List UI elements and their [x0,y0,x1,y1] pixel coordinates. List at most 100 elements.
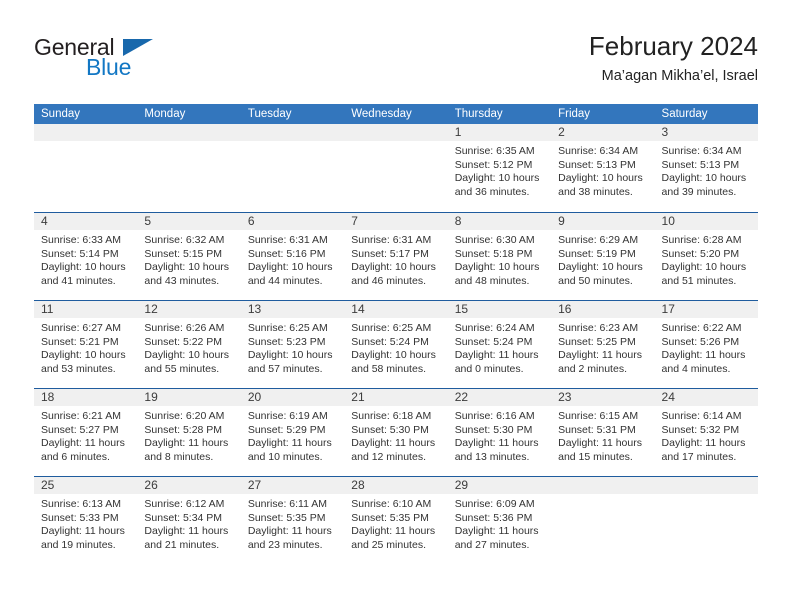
daylight-text-line2: and 55 minutes. [144,362,220,375]
day-details: Sunrise: 6:34 AM Sunset: 5:13 PM Dayligh… [655,141,758,199]
day-details: Sunrise: 6:35 AM Sunset: 5:12 PM Dayligh… [448,141,551,199]
daylight-text-line1: Daylight: 11 hours [144,525,229,538]
weekday-header-saturday: Saturday [661,108,708,120]
day-details: Sunrise: 6:34 AM Sunset: 5:13 PM Dayligh… [551,141,654,199]
sunset-text: Sunset: 5:21 PM [41,335,119,348]
day-details: Sunrise: 6:26 AM Sunset: 5:22 PM Dayligh… [137,318,240,376]
day-cell[interactable] [551,477,655,564]
day-details: Sunrise: 6:09 AM Sunset: 5:36 PM Dayligh… [448,494,551,552]
sunset-text: Sunset: 5:35 PM [351,511,429,524]
day-number: 20 [240,389,345,406]
week-row: 1 Sunrise: 6:35 AM Sunset: 5:12 PM Dayli… [34,124,758,212]
sunset-text: Sunset: 5:22 PM [144,335,223,348]
sunset-text: Sunset: 5:20 PM [661,247,740,260]
day-number [654,477,758,494]
day-cell[interactable] [240,124,345,212]
general-blue-logo[interactable]: General Blue [34,34,234,90]
day-number: 3 [654,124,758,141]
day-cell[interactable]: 21 Sunrise: 6:18 AM Sunset: 5:30 PM Dayl… [344,389,448,476]
sunrise-text: Sunrise: 6:18 AM [351,410,432,422]
sunset-text: Sunset: 5:14 PM [41,247,119,260]
day-details: Sunrise: 6:21 AM Sunset: 5:27 PM Dayligh… [34,406,137,464]
week-row: 11 Sunrise: 6:27 AM Sunset: 5:21 PM Dayl… [34,300,758,388]
sunset-text: Sunset: 5:17 PM [351,247,429,260]
day-cell[interactable]: 7 Sunrise: 6:31 AM Sunset: 5:17 PM Dayli… [344,213,448,300]
day-details: Sunrise: 6:14 AM Sunset: 5:32 PM Dayligh… [655,406,758,464]
daylight-text-line2: and 43 minutes. [144,274,220,287]
day-cell[interactable]: 22 Sunrise: 6:16 AM Sunset: 5:30 PM Dayl… [447,389,552,476]
day-cell[interactable]: 17 Sunrise: 6:22 AM Sunset: 5:26 PM Dayl… [654,301,758,388]
day-cell[interactable]: 6 Sunrise: 6:31 AM Sunset: 5:16 PM Dayli… [240,213,345,300]
day-cell[interactable]: 5 Sunrise: 6:32 AM Sunset: 5:15 PM Dayli… [137,213,241,300]
day-cell[interactable] [34,124,138,212]
day-details [241,141,344,145]
daylight-text-line1: Daylight: 11 hours [661,437,746,450]
day-cell[interactable] [654,477,758,564]
day-cell[interactable]: 28 Sunrise: 6:10 AM Sunset: 5:35 PM Dayl… [344,477,448,564]
sunrise-text: Sunrise: 6:28 AM [661,234,742,246]
sunset-text: Sunset: 5:13 PM [661,158,740,171]
day-cell[interactable]: 2 Sunrise: 6:34 AM Sunset: 5:13 PM Dayli… [551,124,655,212]
day-cell[interactable] [137,124,241,212]
day-cell[interactable]: 15 Sunrise: 6:24 AM Sunset: 5:24 PM Dayl… [447,301,552,388]
sunrise-text: Sunrise: 6:12 AM [144,498,225,510]
day-details [655,494,758,498]
day-cell[interactable]: 14 Sunrise: 6:25 AM Sunset: 5:24 PM Dayl… [344,301,448,388]
day-cell[interactable]: 23 Sunrise: 6:15 AM Sunset: 5:31 PM Dayl… [551,389,655,476]
weekday-header-friday: Friday [558,108,591,120]
daylight-text-line1: Daylight: 11 hours [351,525,436,538]
sunrise-text: Sunrise: 6:15 AM [558,410,639,422]
sunset-text: Sunset: 5:26 PM [661,335,740,348]
day-number: 17 [654,301,758,318]
day-cell[interactable]: 27 Sunrise: 6:11 AM Sunset: 5:35 PM Dayl… [240,477,345,564]
daylight-text-line2: and 6 minutes. [41,450,110,463]
day-number: 9 [551,213,655,230]
weekday-header-thursday: Thursday [454,108,503,120]
daylight-text-line1: Daylight: 10 hours [247,261,333,274]
day-cell[interactable]: 25 Sunrise: 6:13 AM Sunset: 5:33 PM Dayl… [34,477,138,564]
sunset-text: Sunset: 5:27 PM [41,423,119,436]
day-number: 16 [551,301,655,318]
day-cell[interactable]: 8 Sunrise: 6:30 AM Sunset: 5:18 PM Dayli… [447,213,552,300]
sunset-text: Sunset: 5:23 PM [247,335,326,348]
sunset-text: Sunset: 5:13 PM [558,158,636,171]
daylight-text-line1: Daylight: 10 hours [144,261,230,274]
sunrise-text: Sunrise: 6:19 AM [247,410,328,422]
daylight-text-line1: Daylight: 10 hours [454,261,540,274]
day-cell[interactable]: 16 Sunrise: 6:23 AM Sunset: 5:25 PM Dayl… [551,301,655,388]
calendar-grid: Sunday Monday Tuesday Wednesday Thursday… [34,104,758,564]
sunrise-text: Sunrise: 6:09 AM [454,498,535,510]
daylight-text-line2: and 17 minutes. [661,450,737,463]
day-cell[interactable]: 11 Sunrise: 6:27 AM Sunset: 5:21 PM Dayl… [34,301,138,388]
day-cell[interactable] [344,124,448,212]
sunrise-text: Sunrise: 6:25 AM [351,322,432,334]
sunrise-text: Sunrise: 6:22 AM [661,322,742,334]
day-cell[interactable]: 9 Sunrise: 6:29 AM Sunset: 5:19 PM Dayli… [551,213,655,300]
day-cell[interactable]: 4 Sunrise: 6:33 AM Sunset: 5:14 PM Dayli… [34,213,138,300]
daylight-text-line2: and 25 minutes. [351,538,426,551]
page-subtitle: Ma’agan Mikha’el, Israel [601,68,758,84]
day-cell[interactable]: 26 Sunrise: 6:12 AM Sunset: 5:34 PM Dayl… [137,477,241,564]
daylight-text-line1: Daylight: 10 hours [454,172,540,185]
day-cell[interactable]: 12 Sunrise: 6:26 AM Sunset: 5:22 PM Dayl… [137,301,241,388]
day-cell[interactable]: 18 Sunrise: 6:21 AM Sunset: 5:27 PM Dayl… [34,389,138,476]
daylight-text-line1: Daylight: 10 hours [41,349,126,362]
daylight-text-line1: Daylight: 11 hours [454,349,539,362]
day-cell[interactable]: 13 Sunrise: 6:25 AM Sunset: 5:23 PM Dayl… [240,301,345,388]
day-cell[interactable]: 1 Sunrise: 6:35 AM Sunset: 5:12 PM Dayli… [447,124,552,212]
day-cell[interactable]: 20 Sunrise: 6:19 AM Sunset: 5:29 PM Dayl… [240,389,345,476]
sunset-text: Sunset: 5:36 PM [454,511,533,524]
day-cell[interactable]: 3 Sunrise: 6:34 AM Sunset: 5:13 PM Dayli… [654,124,758,212]
weekday-header-monday: Monday [144,108,186,120]
daylight-text-line2: and 12 minutes. [351,450,426,463]
day-cell[interactable]: 10 Sunrise: 6:28 AM Sunset: 5:20 PM Dayl… [654,213,758,300]
daylight-text-line2: and 10 minutes. [247,450,323,463]
sunset-text: Sunset: 5:32 PM [661,423,740,436]
day-cell[interactable]: 24 Sunrise: 6:14 AM Sunset: 5:32 PM Dayl… [654,389,758,476]
day-cell[interactable]: 19 Sunrise: 6:20 AM Sunset: 5:28 PM Dayl… [137,389,241,476]
sunrise-text: Sunrise: 6:11 AM [247,498,328,510]
day-number: 21 [344,389,448,406]
day-cell[interactable]: 29 Sunrise: 6:09 AM Sunset: 5:36 PM Dayl… [447,477,552,564]
daylight-text-line2: and 39 minutes. [661,185,737,198]
day-number: 5 [137,213,241,230]
